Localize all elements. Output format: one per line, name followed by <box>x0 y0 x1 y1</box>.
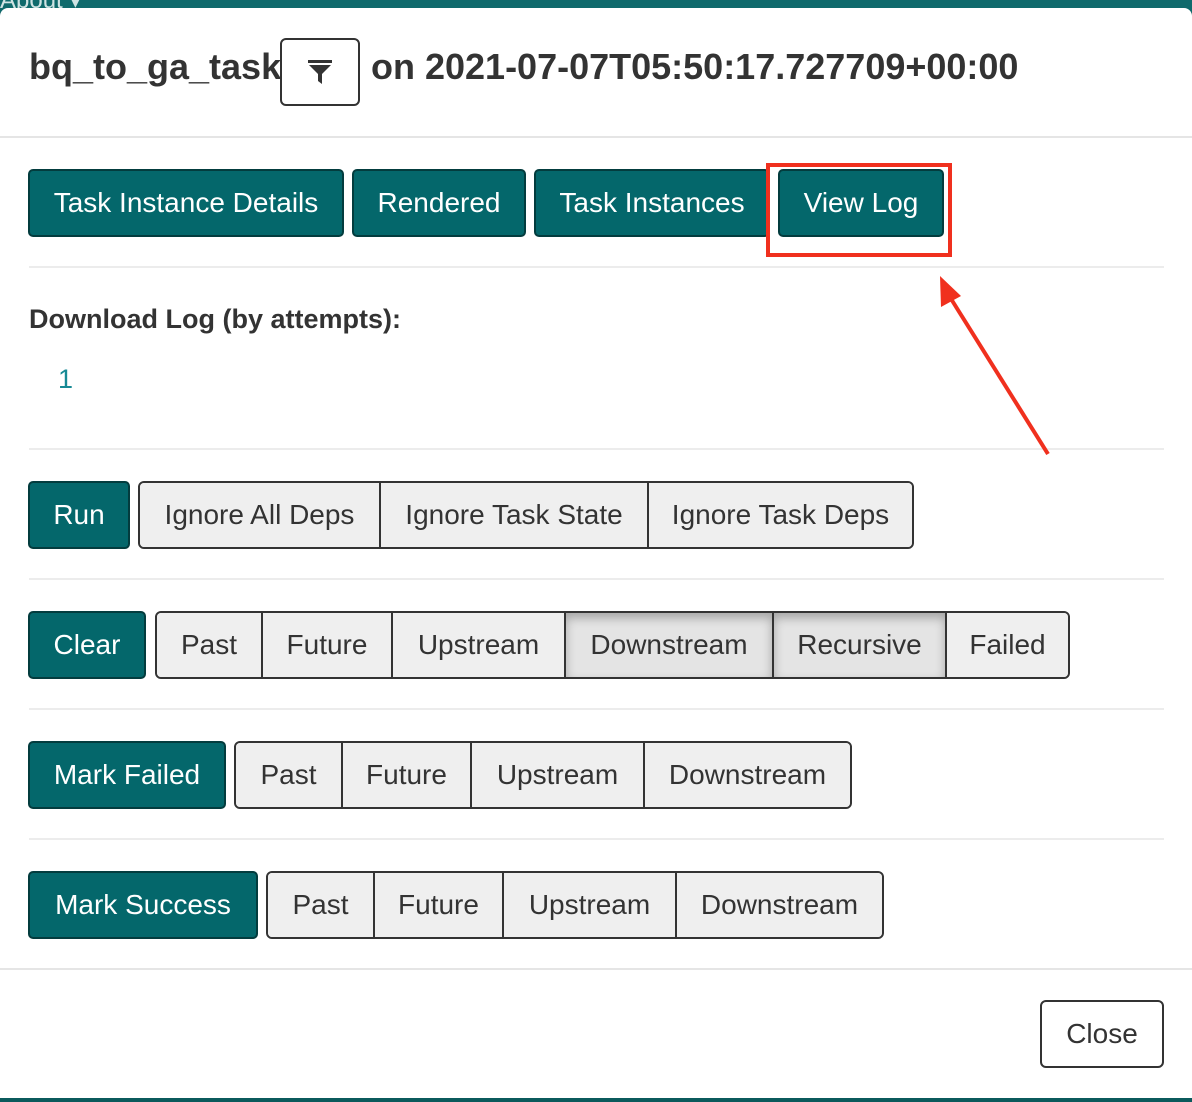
clear-past-toggle[interactable]: Past <box>157 613 263 677</box>
mark-success-past-toggle[interactable]: Past <box>268 873 375 937</box>
task-instance-details-button[interactable]: Task Instance Details <box>28 169 344 237</box>
mark-success-upstream-toggle[interactable]: Upstream <box>504 873 677 937</box>
run-button[interactable]: Run <box>28 481 130 549</box>
task-instance-modal: bq_to_ga_task on 2021-07-07T05:50:17.727… <box>0 8 1192 1098</box>
clear-upstream-toggle[interactable]: Upstream <box>393 613 566 677</box>
mark-failed-past-toggle[interactable]: Past <box>236 743 343 807</box>
mark-success-future-toggle[interactable]: Future <box>375 873 504 937</box>
run-options-group: Ignore All Deps Ignore Task State Ignore… <box>138 481 914 549</box>
clear-downstream-toggle[interactable]: Downstream <box>566 613 774 677</box>
download-log-label: Download Log (by attempts): <box>29 304 401 334</box>
filter-icon <box>308 60 332 84</box>
modal-header: bq_to_ga_task on 2021-07-07T05:50:17.727… <box>0 8 1192 138</box>
mark-failed-upstream-toggle[interactable]: Upstream <box>472 743 645 807</box>
filter-upstream-button[interactable] <box>280 38 360 106</box>
mark-failed-button[interactable]: Mark Failed <box>28 741 226 809</box>
clear-recursive-toggle[interactable]: Recursive <box>774 613 947 677</box>
rendered-button[interactable]: Rendered <box>352 169 526 237</box>
task-instances-button[interactable]: Task Instances <box>534 169 770 237</box>
ignore-task-deps-toggle[interactable]: Ignore Task Deps <box>649 483 912 547</box>
mark-success-options-group: Past Future Upstream Downstream <box>266 871 884 939</box>
divider <box>29 266 1164 268</box>
task-id-title: bq_to_ga_task <box>29 46 282 87</box>
clear-options-group: Past Future Upstream Downstream Recursiv… <box>155 611 1070 679</box>
clear-future-toggle[interactable]: Future <box>263 613 393 677</box>
close-button[interactable]: Close <box>1040 1000 1164 1068</box>
ignore-all-deps-toggle[interactable]: Ignore All Deps <box>140 483 381 547</box>
divider <box>29 448 1164 450</box>
mark-success-button[interactable]: Mark Success <box>28 871 258 939</box>
download-attempt-link[interactable]: 1 <box>58 364 73 395</box>
execution-date-title: on 2021-07-07T05:50:17.727709+00:00 <box>371 46 1019 87</box>
divider <box>29 838 1164 840</box>
footer-divider <box>0 968 1192 970</box>
mark-failed-future-toggle[interactable]: Future <box>343 743 472 807</box>
mark-failed-options-group: Past Future Upstream Downstream <box>234 741 852 809</box>
annotation-highlight-box <box>766 163 952 257</box>
divider <box>29 708 1164 710</box>
mark-failed-downstream-toggle[interactable]: Downstream <box>645 743 850 807</box>
divider <box>29 578 1164 580</box>
clear-button[interactable]: Clear <box>28 611 146 679</box>
clear-failed-toggle[interactable]: Failed <box>947 613 1068 677</box>
mark-success-downstream-toggle[interactable]: Downstream <box>677 873 882 937</box>
ignore-task-state-toggle[interactable]: Ignore Task State <box>381 483 649 547</box>
